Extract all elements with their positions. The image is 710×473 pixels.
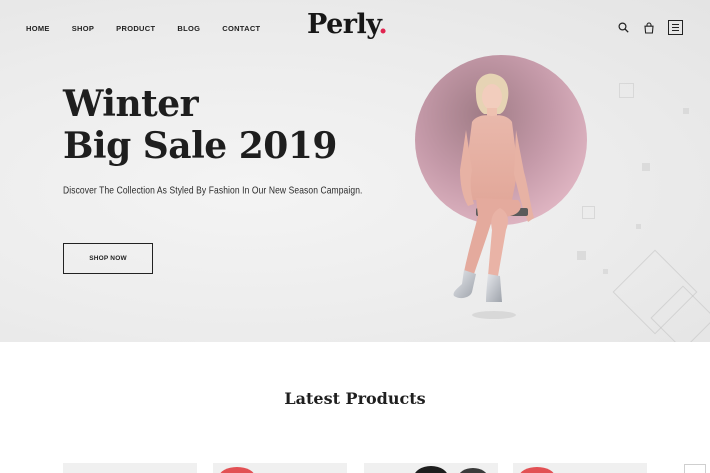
product-card[interactable] [63, 463, 197, 473]
product-image [414, 466, 448, 473]
decor-square [603, 269, 608, 274]
hero-subtitle: Discover The Collection As Styled By Fas… [63, 184, 363, 196]
decor-square [683, 108, 689, 114]
hero-title-line2: Big Sale 2019 [63, 125, 337, 167]
hero-banner: HOME SHOP PRODUCT BLOG CONTACT Perly. Wi… [0, 0, 710, 342]
hero-title-line1: Winter [63, 83, 199, 125]
nav-blog[interactable]: BLOG [177, 24, 200, 33]
hero-title: Winter Big Sale 2019 [63, 83, 337, 167]
hero-model-image [453, 73, 534, 319]
decor-square [619, 83, 634, 98]
menu-icon[interactable] [668, 20, 683, 35]
decor-square [636, 224, 641, 229]
decor-square [577, 251, 586, 260]
nav-contact[interactable]: CONTACT [222, 24, 260, 33]
brand-name: Perly [307, 9, 379, 40]
brand-dot: . [378, 9, 388, 40]
brand-logo[interactable]: Perly. [307, 9, 388, 40]
nav-product[interactable]: PRODUCT [116, 24, 155, 33]
nav-shop[interactable]: SHOP [72, 24, 94, 33]
product-card[interactable] [364, 463, 498, 473]
scroll-to-top-button[interactable] [684, 464, 706, 473]
nav-home[interactable]: HOME [26, 24, 50, 33]
header-actions [616, 20, 683, 35]
decor-square [582, 206, 595, 219]
shopping-bag-icon[interactable] [642, 21, 656, 35]
search-icon[interactable] [616, 21, 630, 35]
latest-products-heading: Latest Products [284, 389, 426, 408]
product-image [519, 467, 555, 473]
shop-now-button[interactable]: SHOP NOW [63, 243, 153, 274]
decor-square [642, 163, 650, 171]
product-card[interactable] [213, 463, 347, 473]
product-image [219, 467, 255, 473]
main-nav: HOME SHOP PRODUCT BLOG CONTACT [26, 24, 282, 33]
product-card[interactable] [513, 463, 647, 473]
product-image [458, 468, 488, 473]
